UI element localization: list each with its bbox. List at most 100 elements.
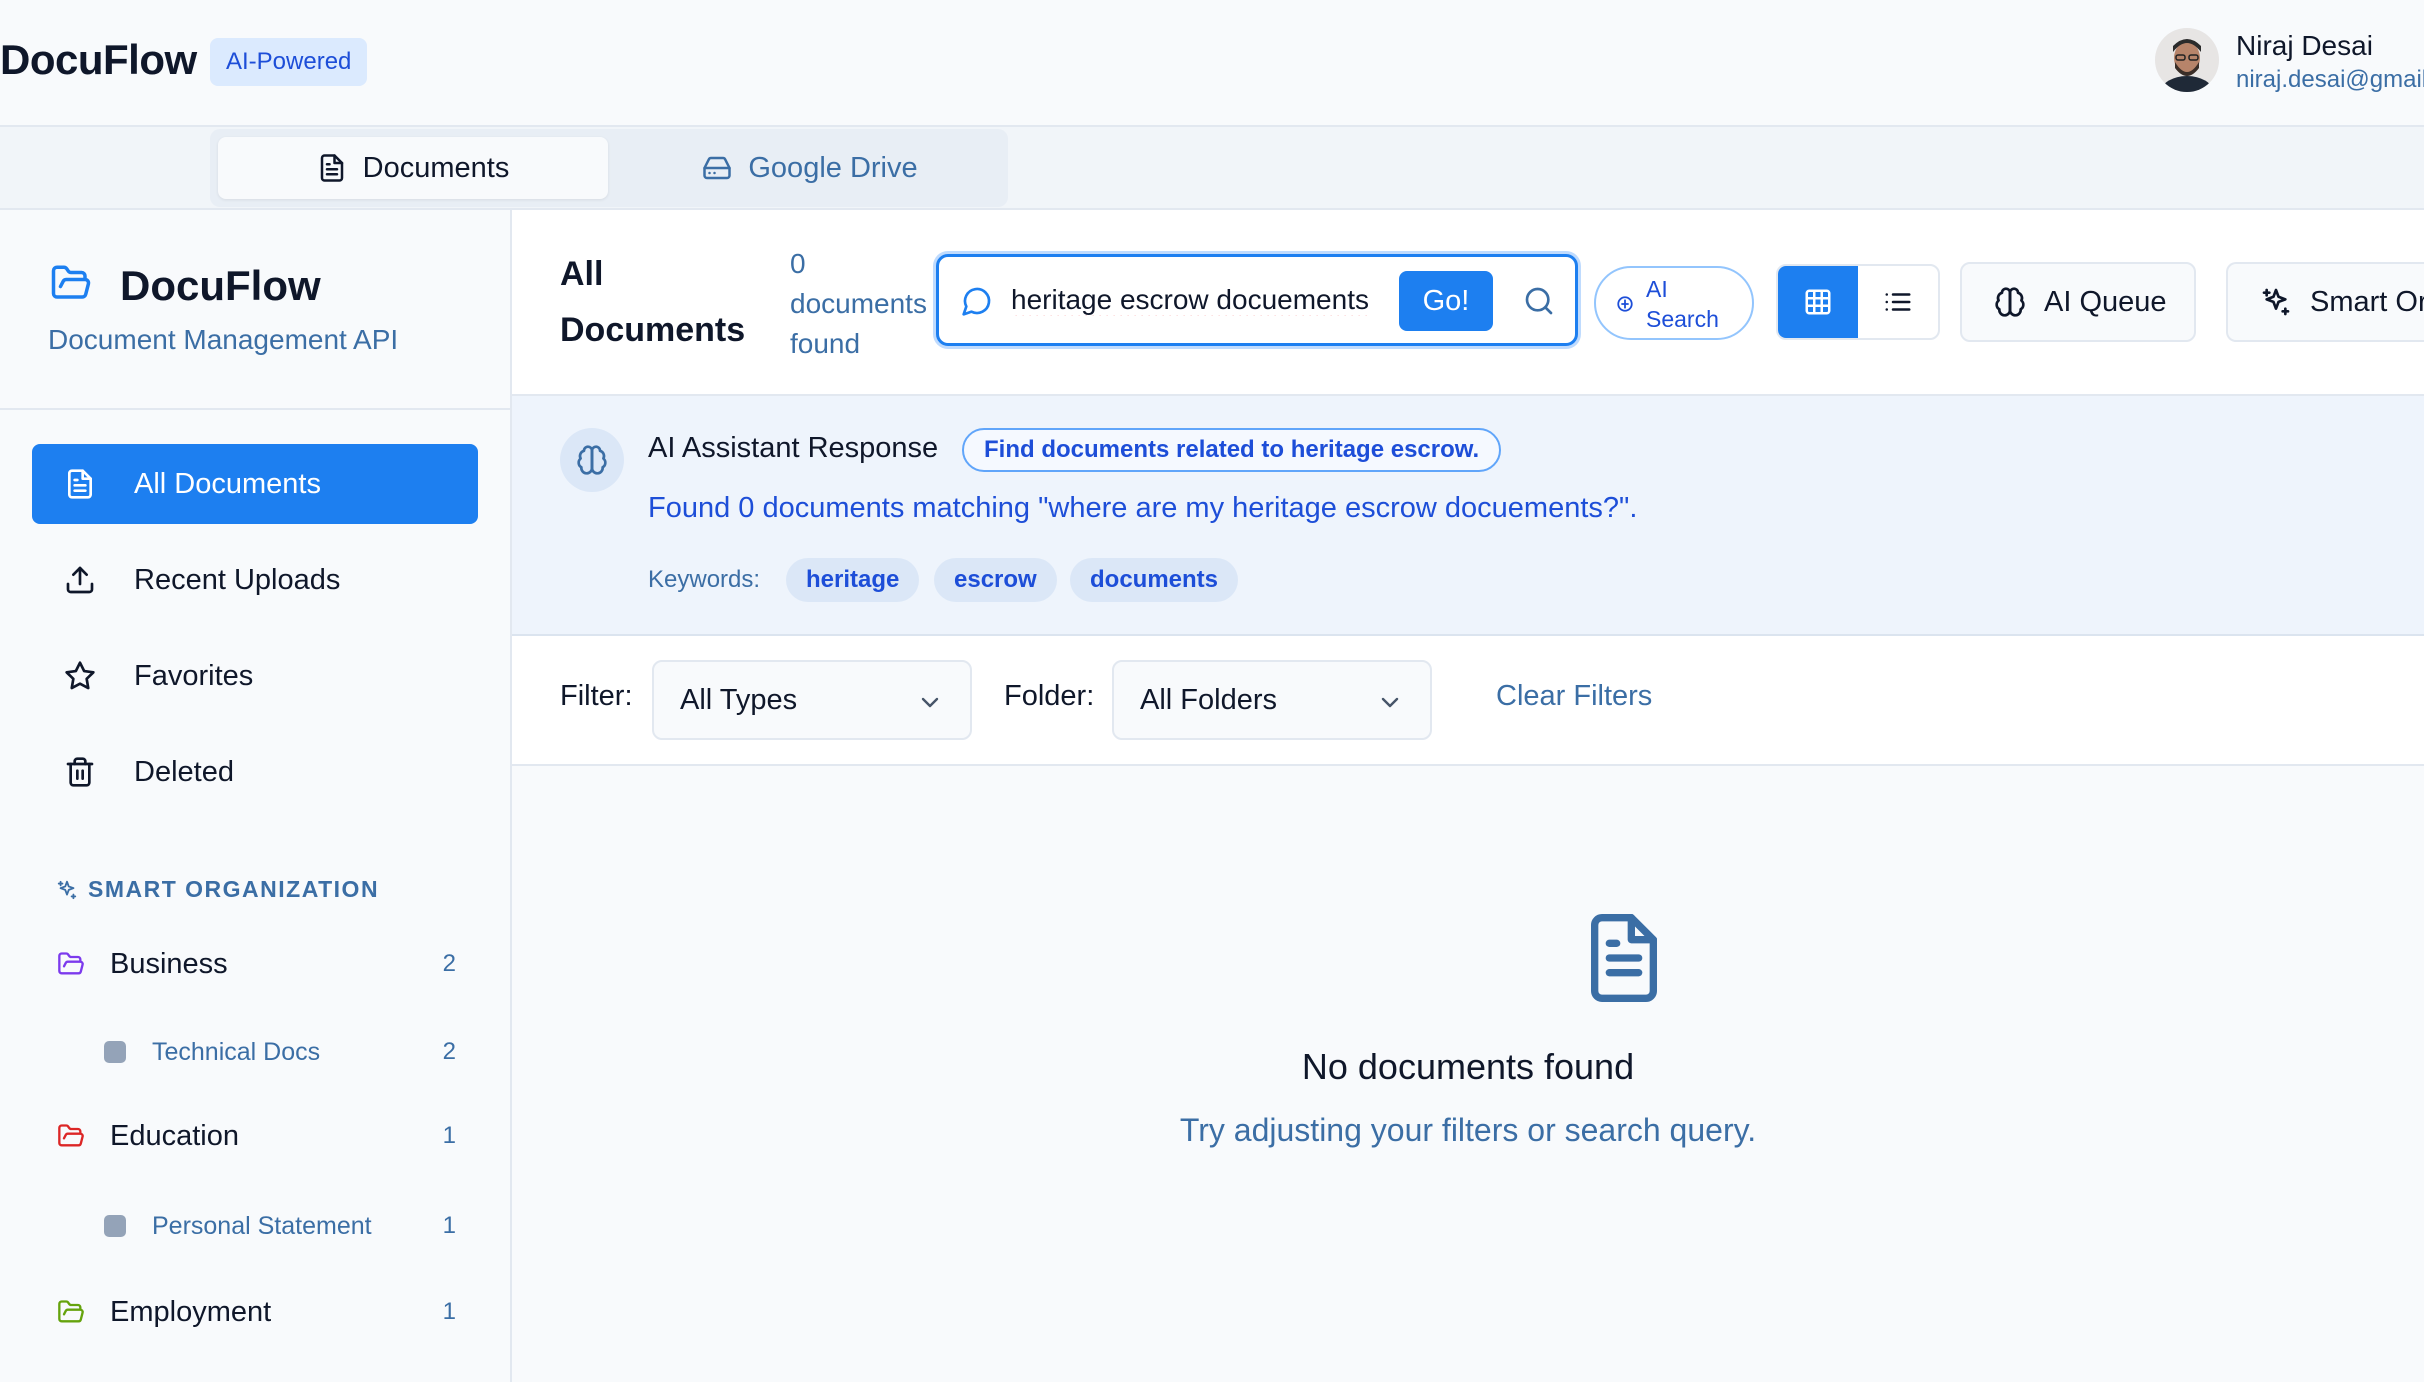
tab-row: Documents Google Drive [0,127,2424,210]
type-select-value: All Types [680,684,798,716]
sidebar-header: DocuFlow Document Management API [0,210,510,410]
view-toggle [1776,264,1940,340]
folder-count: 1 [442,1122,456,1149]
folder-count: 2 [442,950,456,977]
folder-education[interactable]: Education 1 [56,1112,456,1160]
user-name: Niraj Desai [2236,30,2373,61]
ai-response-message: Found 0 documents matching "where are my… [648,492,1638,524]
sparkles-icon [57,880,77,899]
sidebar-title: DocuFlow [120,262,321,309]
go-button[interactable]: Go! [1399,271,1493,331]
sidebar: DocuFlow Document Management API All Doc… [0,210,512,1382]
app-brand[interactable]: DocuFlow [0,36,197,84]
document-icon [68,469,92,499]
main-toolbar: All Documents 0 documents found Go! AI S… [512,210,2424,396]
sidebar-item-all-documents[interactable]: All Documents [32,444,478,524]
smart-organize-label: Smart Organize [2310,285,2424,318]
ai-chip-icon [1617,296,1633,312]
list-view-button[interactable] [1858,266,1938,338]
document-icon [320,154,343,182]
user-avatar[interactable] [2155,28,2219,92]
folder-count: 1 [442,1298,456,1325]
clear-filters-link[interactable]: Clear Filters [1496,680,1652,713]
page-title: All Documents [560,255,746,349]
brain-icon [577,445,607,475]
folder-select[interactable]: All Folders [1112,660,1432,740]
ai-queue-label: AI Queue [2044,285,2167,318]
search-input[interactable] [1011,279,1397,321]
subfolder-dot [104,1215,126,1237]
subfolder-label: Personal Statement [152,1211,372,1240]
empty-document-icon [1591,914,1657,1002]
top-header: DocuFlow AI-Powered Niraj Desai niraj.de… [0,0,2424,127]
ai-query-pill: Find documents related to heritage escro… [962,428,1502,472]
avatar-image [2155,28,2219,92]
keyword-chip[interactable]: heritage [786,558,920,602]
sidebar-item-favorites[interactable]: Favorites [32,636,478,716]
chevron-down-icon [1381,697,1399,708]
search-icon[interactable] [1523,285,1555,317]
upload-icon [66,566,94,594]
sidebar-item-deleted[interactable]: Deleted [32,732,478,812]
subfolder-dot [104,1041,126,1063]
folder-label: Folder: [1004,680,1095,712]
document-count-text: 0 documents found [790,248,927,359]
type-select[interactable]: All Types [652,660,972,740]
empty-state-title: No documents found [1301,1046,1635,1087]
document-count: 0 documents found [790,244,930,364]
keyword-chip[interactable]: documents [1070,558,1239,602]
empty-state-subtitle: Try adjusting your filters or search que… [1179,1112,1757,1148]
drive-icon [703,156,732,180]
ai-response-title: AI Assistant Response [648,432,939,464]
smart-organization-heading: SMART ORGANIZATION [56,876,379,903]
main-content: All Documents 0 documents found Go! AI S… [512,210,2424,1382]
folder-open-icon [51,265,91,299]
folder-icon [58,1124,84,1147]
folder-employment[interactable]: Employment 1 [56,1288,456,1336]
subfolder-count: 2 [442,1038,456,1065]
nav-label: Recent Uploads [134,563,341,596]
chevron-down-icon [921,697,939,708]
sidebar-item-recent-uploads[interactable]: Recent Uploads [32,540,478,620]
nav-label: All Documents [134,467,321,500]
sparkles-icon [2262,288,2290,316]
star-icon [65,661,95,690]
tab-group: Documents Google Drive [210,129,1008,207]
chat-bubble-icon [962,287,991,316]
folder-label: Employment [110,1295,272,1328]
tab-label: Documents [362,151,510,184]
tab-google-drive[interactable]: Google Drive [620,137,1000,199]
tab-label: Google Drive [748,151,918,184]
ai-queue-button[interactable]: AI Queue [1960,262,2196,342]
section-label-text: SMART ORGANIZATION [88,876,380,902]
subfolder-count: 1 [442,1212,456,1239]
grid-view-button[interactable] [1778,266,1858,338]
keyword-chip[interactable]: escrow [934,558,1057,602]
search-box: Go! [936,254,1578,346]
folder-label: Education [110,1119,239,1152]
ai-brain-badge [560,428,624,492]
filter-label: Filter: [560,680,633,712]
trash-icon [66,757,94,787]
brain-icon [1995,287,2025,317]
folder-icon [58,952,84,975]
grid-icon [1805,289,1831,315]
folder-select-value: All Folders [1140,684,1277,716]
subfolder-label: Technical Docs [152,1037,321,1066]
folder-label: Business [110,947,228,980]
folder-business[interactable]: Business 2 [56,940,456,988]
smart-organize-button[interactable]: Smart Organize [2226,262,2424,342]
ai-response-panel: AI Assistant Response Find documents rel… [512,396,2424,636]
folder-icon [58,1300,84,1323]
ai-search-label: AI Search [1646,276,1719,332]
user-email: niraj.desai@gmail.com [2236,66,2424,93]
ai-powered-badge: AI-Powered [210,38,368,86]
filter-bar: Filter: All Types Folder: All Folders Cl… [512,636,2424,766]
tab-documents[interactable]: Documents [218,137,608,199]
keywords-label: Keywords: [648,566,761,593]
subfolder-personal-statement[interactable]: Personal Statement 1 [104,1204,456,1248]
ai-search-button[interactable]: AI Search [1594,266,1754,340]
sidebar-subtitle: Document Management API [48,324,399,355]
subfolder-technical-docs[interactable]: Technical Docs 2 [104,1030,456,1074]
list-icon [1885,293,1911,311]
